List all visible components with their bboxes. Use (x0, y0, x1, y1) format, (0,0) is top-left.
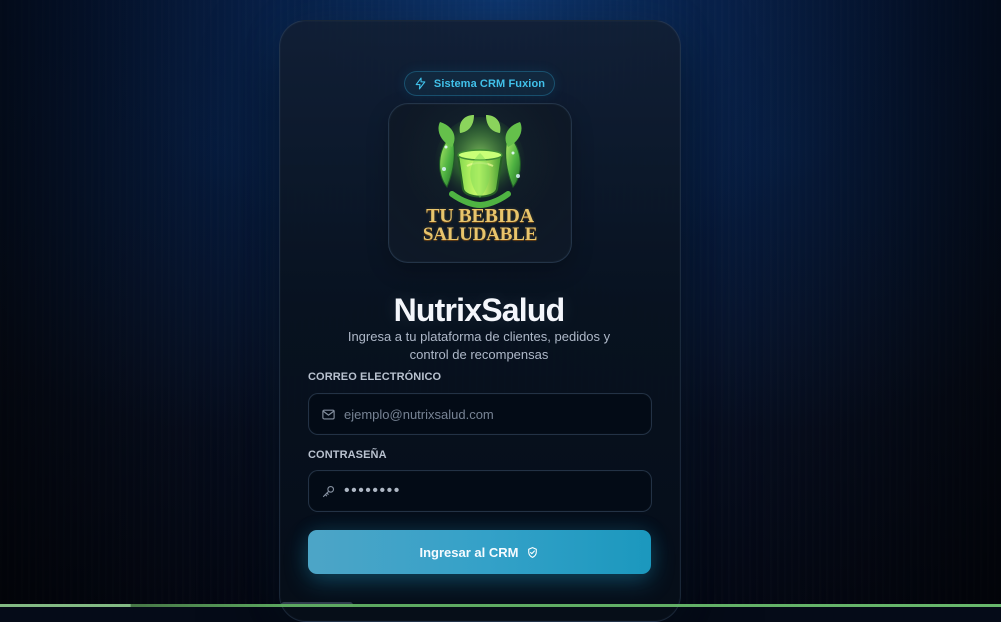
bolt-icon (414, 77, 427, 90)
login-button-label: Ingresar al CRM (420, 545, 519, 560)
email-input[interactable] (344, 394, 639, 434)
shield-icon (526, 546, 539, 559)
password-field[interactable] (308, 470, 652, 512)
brand-title: NutrixSalud (280, 292, 678, 328)
email-label: CORREO ELECTRÓNICO (308, 371, 441, 383)
logo-text-line-2: SALUDABLE (389, 224, 571, 246)
brand-subtitle: Ingresa a tu plataforma de clientes, ped… (336, 328, 622, 364)
login-button[interactable]: Ingresar al CRM (308, 530, 651, 574)
brand-logo: TU BEBIDA SALUDABLE (388, 103, 572, 263)
login-card: Sistema CRM Fuxion (279, 20, 681, 622)
system-badge-label: Sistema CRM Fuxion (434, 78, 545, 90)
mail-icon (321, 407, 336, 422)
password-label: CONTRASEÑA (308, 449, 387, 461)
system-badge: Sistema CRM Fuxion (404, 71, 555, 96)
key-icon (321, 484, 336, 499)
email-field[interactable] (308, 393, 652, 435)
password-input[interactable] (344, 471, 639, 511)
